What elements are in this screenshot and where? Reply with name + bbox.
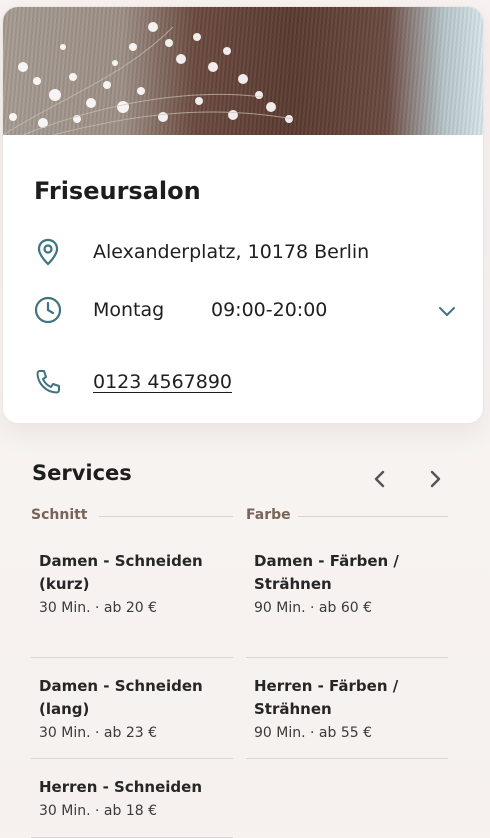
- flowers-decoration: [3, 22, 294, 135]
- hero-image: [3, 7, 483, 135]
- service-item[interactable]: Damen - Färben / Strähnen 90 Min. · ab 6…: [246, 550, 448, 658]
- category-divider: [99, 516, 233, 517]
- phone-link[interactable]: 0123 4567890: [93, 371, 232, 393]
- salon-title: Friseursalon: [34, 177, 201, 205]
- service-item[interactable]: Herren - Färben / Strähnen 90 Min. · ab …: [246, 675, 448, 759]
- hours-time: 09:00-20:00: [211, 299, 328, 321]
- service-column-schnitt: Schnitt Damen - Schneiden (kurz) 30 Min.…: [31, 505, 233, 838]
- service-name: Damen - Schneiden (lang): [39, 677, 203, 718]
- services-heading: Services: [32, 461, 132, 485]
- phone-icon: [36, 370, 60, 394]
- address-text: Alexanderplatz, 10178 Berlin: [93, 241, 370, 263]
- chevron-left-icon[interactable]: [368, 467, 392, 491]
- category-header: Farbe: [246, 505, 448, 525]
- phone-row: 0123 4567890: [3, 363, 483, 399]
- service-meta: 90 Min. · ab 55 €: [254, 725, 372, 741]
- category-divider: [298, 516, 448, 517]
- hours-row[interactable]: Montag 09:00-20:00: [3, 291, 483, 327]
- address-row: Alexanderplatz, 10178 Berlin: [3, 233, 483, 269]
- map-pin-icon: [37, 238, 59, 266]
- service-meta: 90 Min. · ab 60 €: [254, 600, 372, 616]
- chevron-right-icon[interactable]: [423, 467, 447, 491]
- service-item[interactable]: Herren - Schneiden 30 Min. · ab 18 €: [31, 776, 233, 838]
- service-name: Herren - Färben / Strähnen: [254, 677, 399, 718]
- service-name: Herren - Schneiden: [39, 778, 203, 796]
- service-column-farbe: Farbe Damen - Färben / Strähnen 90 Min. …: [246, 505, 448, 759]
- hours-day: Montag: [93, 299, 165, 321]
- service-meta: 30 Min. · ab 23 €: [39, 725, 157, 741]
- salon-card: Friseursalon Alexanderplatz, 10178 Berli…: [2, 6, 484, 424]
- category-label: Farbe: [246, 507, 291, 523]
- category-header: Schnitt: [31, 505, 233, 525]
- service-name: Damen - Färben / Strähnen: [254, 552, 399, 593]
- clock-icon: [34, 296, 62, 324]
- chevron-down-icon[interactable]: [437, 301, 457, 321]
- service-item[interactable]: Damen - Schneiden (lang) 30 Min. · ab 23…: [31, 675, 233, 759]
- service-meta: 30 Min. · ab 18 €: [39, 803, 157, 819]
- service-name: Damen - Schneiden (kurz): [39, 552, 203, 593]
- service-meta: 30 Min. · ab 20 €: [39, 600, 157, 616]
- service-item[interactable]: Damen - Schneiden (kurz) 30 Min. · ab 20…: [31, 550, 233, 658]
- category-label: Schnitt: [31, 507, 88, 523]
